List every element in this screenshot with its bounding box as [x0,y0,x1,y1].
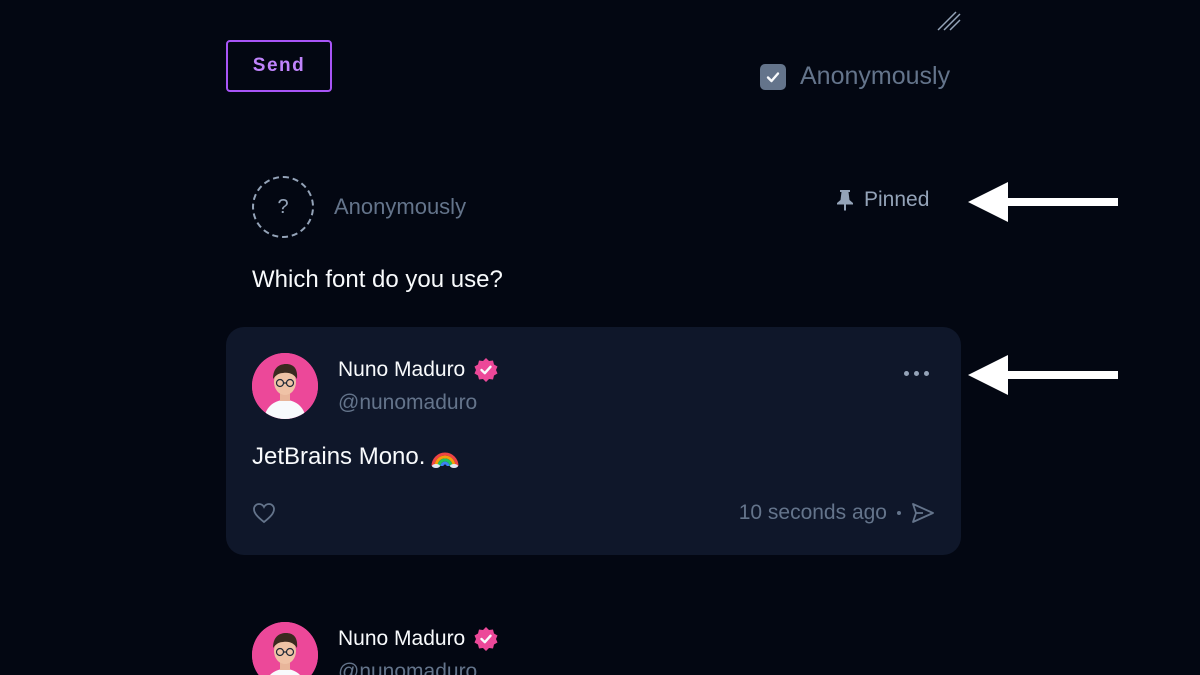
answer-author[interactable]: Nuno Maduro @nunomaduro [252,353,499,419]
author-handle[interactable]: @nunomaduro [338,391,499,415]
anonymous-toggle[interactable]: Anonymously [760,62,950,91]
resize-handle-icon[interactable] [936,10,962,32]
checkmark-icon [766,71,780,82]
pinned-arrow-icon [968,182,1118,222]
verified-badge-icon [474,358,498,382]
send-button[interactable]: Send [226,40,332,92]
rainbow-emoji-icon [431,452,459,468]
pin-icon [837,190,853,211]
question-page: Send Anonymously ? Anonymously Pinned Wh… [0,0,1200,675]
answer-card: Nuno Maduro @nunomaduro JetBrains Mono. [226,327,961,555]
send-icon [912,503,934,523]
avatar-portrait-icon [252,622,318,675]
author-name[interactable]: Nuno Maduro [338,358,465,382]
answer-footer: 10 seconds ago [739,501,935,525]
answer-timestamp: 10 seconds ago [738,501,887,524]
anonymous-checkbox[interactable] [760,63,786,90]
pinned-badge: Pinned [836,188,929,212]
avatar[interactable] [252,353,318,419]
avatar-portrait-icon [252,353,318,419]
separator-dot [897,511,901,515]
question-header: ? Anonymously [252,176,466,238]
answer-body: JetBrains Mono. [252,443,426,470]
avatar[interactable] [252,622,318,675]
heart-icon[interactable] [252,502,276,524]
answer-text: JetBrains Mono. [252,443,459,471]
verified-badge-icon [474,627,498,651]
author-name[interactable]: Nuno Maduro [338,627,465,651]
anonymous-avatar: ? [252,176,314,238]
answer-arrow-icon [968,355,1118,395]
more-options-icon[interactable] [904,371,929,376]
anonymous-toggle-label: Anonymously [800,62,951,90]
question-author: Anonymously [334,194,467,219]
next-post-author[interactable]: Nuno Maduro @nunomaduro [252,622,499,675]
pinned-label: Pinned [864,188,930,211]
share-button[interactable] [911,502,935,524]
author-handle[interactable]: @nunomaduro [338,660,499,675]
question-text: Which font do you use? [252,266,503,293]
